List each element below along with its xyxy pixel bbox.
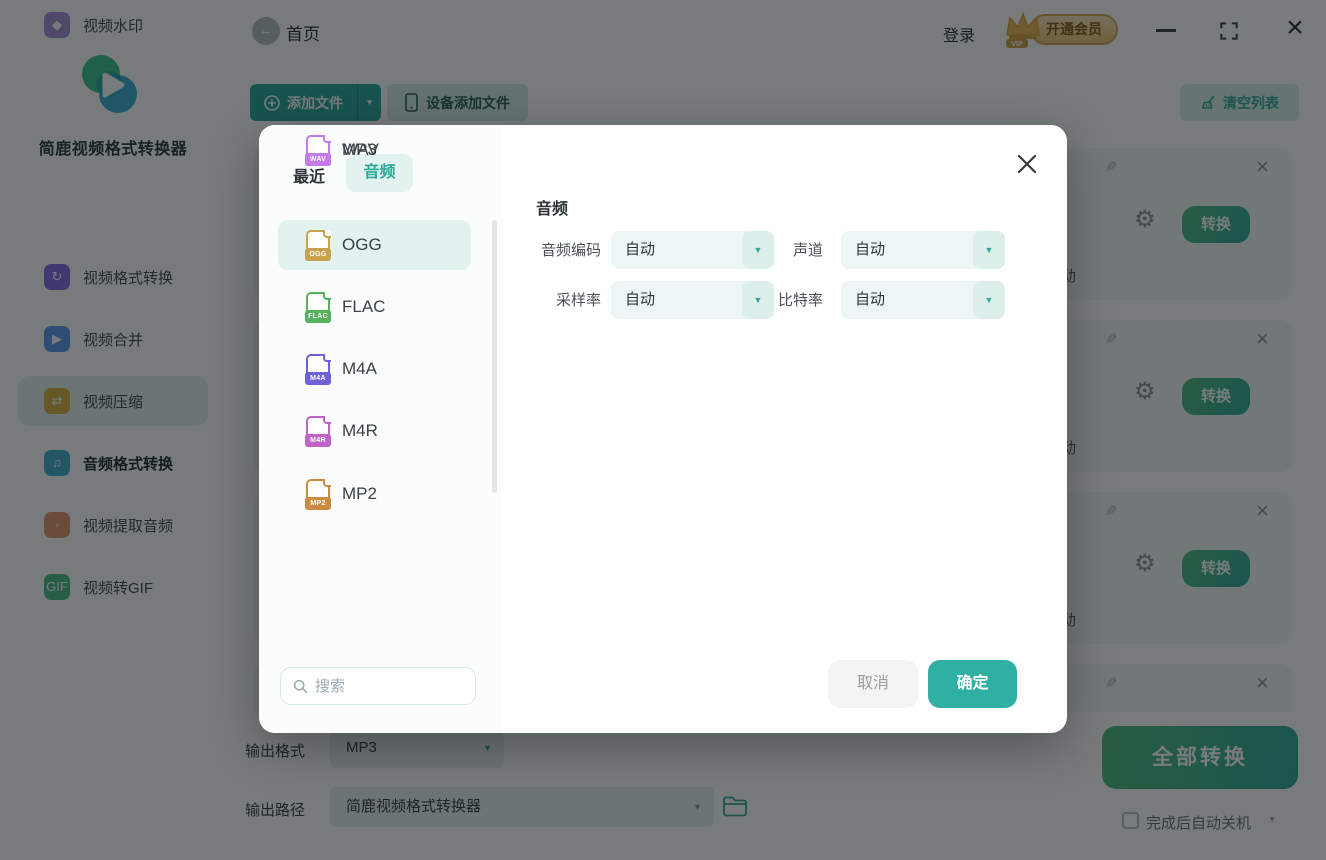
wav-file-icon: WAV <box>305 135 331 166</box>
sample-rate-label: 采样率 <box>521 281 601 321</box>
settings-panel-title: 音频 <box>536 195 568 219</box>
format-search-box <box>280 667 476 705</box>
ok-button[interactable]: 确定 <box>928 660 1017 708</box>
cancel-button[interactable]: 取消 <box>828 660 918 708</box>
bitrate-select[interactable]: 自动 ▼ <box>841 281 1005 319</box>
ogg-file-icon: OGG <box>305 230 331 261</box>
format-row-wav[interactable]: WAV WAV <box>278 125 471 175</box>
sample-rate-value: 自动 <box>625 281 655 319</box>
modal-close-button[interactable] <box>1014 151 1040 177</box>
channels-value: 自动 <box>855 231 885 269</box>
m4a-file-icon: M4A <box>305 354 331 385</box>
format-row-ogg[interactable]: OGG OGG <box>278 220 471 270</box>
format-row-mp2[interactable]: MP2 MP2 <box>278 469 471 519</box>
format-row-m4a[interactable]: M4A M4A <box>278 344 471 394</box>
format-list-scrollbar[interactable] <box>492 220 497 493</box>
format-settings-modal: 最近 音频 MP3 MP3 WAV WAV <box>259 125 1067 733</box>
audio-codec-value: 自动 <box>625 231 655 269</box>
channels-select[interactable]: 自动 ▼ <box>841 231 1005 269</box>
audio-codec-select[interactable]: 自动 ▼ <box>611 231 774 269</box>
format-name: FLAC <box>342 297 385 317</box>
format-name: WAV <box>342 140 379 160</box>
bitrate-value: 自动 <box>855 281 885 319</box>
mp2-file-icon: MP2 <box>305 479 331 510</box>
search-input[interactable] <box>315 678 465 695</box>
format-name: M4A <box>342 359 377 379</box>
format-name: OGG <box>342 235 382 255</box>
m4r-file-icon: M4R <box>305 416 331 447</box>
format-list-panel: 最近 音频 MP3 MP3 WAV WAV <box>259 125 502 733</box>
flac-file-icon: FLAC <box>305 292 331 323</box>
search-icon <box>293 679 308 694</box>
channels-label: 声道 <box>754 231 823 271</box>
bitrate-label: 比特率 <box>754 281 823 321</box>
chevron-down-icon: ▼ <box>973 281 1005 319</box>
chevron-down-icon: ▼ <box>973 231 1005 269</box>
audio-codec-label: 音频编码 <box>521 231 601 271</box>
format-row-flac[interactable]: FLAC FLAC <box>278 282 471 332</box>
format-name: MP2 <box>342 484 377 504</box>
sample-rate-select[interactable]: 自动 ▼ <box>611 281 774 319</box>
format-name: M4R <box>342 421 378 441</box>
app-window: 简鹿视频格式转换器 ↻ 视频格式转换 ▶ 视频合并 ⇄ 视频压缩 ♫ 音频格式转… <box>0 0 1326 860</box>
format-row-m4r[interactable]: M4R M4R <box>278 406 471 456</box>
